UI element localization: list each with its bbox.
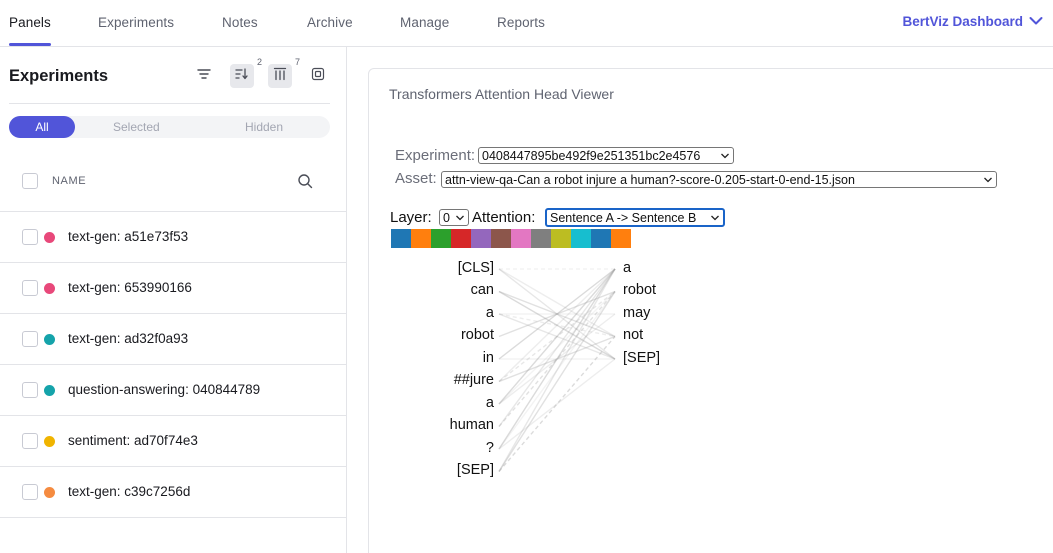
filter-icon: [197, 67, 211, 85]
source-token[interactable]: can: [414, 282, 494, 298]
experiment-name[interactable]: text-gen: 653990166: [68, 280, 192, 295]
dashboard-name: BertViz Dashboard: [902, 14, 1023, 29]
source-token[interactable]: a: [414, 395, 494, 411]
experiment-name[interactable]: text-gen: a51e73f53: [68, 229, 188, 244]
experiment-name[interactable]: question-answering: 040844789: [68, 382, 260, 397]
attention-line: [498, 268, 616, 427]
experiment-color-dot: [44, 232, 55, 243]
columns-count: 7: [294, 57, 300, 67]
source-token[interactable]: [CLS]: [414, 260, 494, 276]
source-token[interactable]: ##jure: [414, 372, 494, 388]
tab-panels[interactable]: Panels: [9, 15, 51, 30]
attention-line: [498, 268, 616, 472]
experiment-row[interactable]: text-gen: c39c7256d: [0, 467, 346, 518]
attention-line: [498, 268, 616, 383]
row-checkbox[interactable]: [22, 331, 38, 347]
attention-line: [498, 291, 616, 472]
select-mode-button[interactable]: [306, 64, 330, 88]
row-checkbox[interactable]: [22, 229, 38, 245]
row-checkbox[interactable]: [22, 484, 38, 500]
experiment-color-dot: [44, 436, 55, 447]
sort-button[interactable]: 2: [230, 57, 262, 88]
experiment-name[interactable]: text-gen: ad32f0a93: [68, 331, 188, 346]
select-all-checkbox[interactable]: [22, 173, 38, 189]
row-checkbox[interactable]: [22, 382, 38, 398]
source-token[interactable]: in: [414, 350, 494, 366]
attention-line: [498, 268, 616, 338]
experiment-color-dot: [44, 385, 55, 396]
tab-experiments[interactable]: Experiments: [98, 15, 174, 30]
tab-archive[interactable]: Archive: [307, 15, 353, 30]
target-token[interactable]: robot: [623, 282, 656, 298]
search-icon[interactable]: [297, 173, 313, 194]
tab-notes[interactable]: Notes: [222, 15, 258, 30]
target-token[interactable]: a: [623, 260, 631, 276]
target-token[interactable]: not: [623, 327, 643, 343]
row-checkbox[interactable]: [22, 280, 38, 296]
segment-hidden[interactable]: Hidden: [245, 120, 283, 134]
sidebar-title: Experiments: [9, 67, 109, 85]
source-token[interactable]: [SEP]: [414, 462, 494, 478]
experiment-row[interactable]: text-gen: 653990166: [0, 263, 346, 314]
experiment-row[interactable]: question-answering: 040844789: [0, 365, 346, 416]
attention-viewer-panel: Transformers Attention Head Viewer Exper…: [368, 68, 1053, 553]
top-navigation: Panels Experiments Notes Archive Manage …: [0, 0, 1053, 47]
columns-icon: [273, 67, 287, 86]
active-tab-indicator: [9, 43, 51, 46]
sidebar-divider: [9, 103, 330, 104]
experiment-name[interactable]: text-gen: c39c7256d: [68, 484, 190, 499]
experiment-color-dot: [44, 487, 55, 498]
columns-button[interactable]: 7: [268, 57, 300, 88]
source-token[interactable]: human: [414, 417, 494, 433]
tab-manage[interactable]: Manage: [400, 15, 449, 30]
segment-selected[interactable]: Selected: [113, 120, 160, 134]
experiment-color-dot: [44, 334, 55, 345]
sort-count: 2: [256, 57, 262, 67]
source-token[interactable]: robot: [414, 327, 494, 343]
segment-all[interactable]: All: [9, 116, 75, 138]
table-header: NAME: [0, 160, 346, 212]
experiment-color-dot: [44, 283, 55, 294]
source-token[interactable]: ?: [414, 440, 494, 456]
attention-line: [498, 268, 616, 405]
experiment-row[interactable]: text-gen: a51e73f53: [0, 212, 346, 263]
experiment-row[interactable]: sentiment: ad70f74e3: [0, 416, 346, 467]
visibility-segmented-control: All Selected Hidden: [9, 116, 330, 138]
tab-reports[interactable]: Reports: [497, 15, 545, 30]
target-token[interactable]: [SEP]: [623, 350, 660, 366]
target-token[interactable]: may: [623, 305, 650, 321]
source-token[interactable]: a: [414, 305, 494, 321]
experiments-sidebar: Experiments 2 7 All Selected Hidden NAME: [0, 47, 347, 553]
chevron-down-icon: [1029, 14, 1043, 29]
row-checkbox[interactable]: [22, 433, 38, 449]
experiment-row[interactable]: text-gen: ad32f0a93: [0, 314, 346, 365]
name-column-header[interactable]: NAME: [52, 175, 86, 187]
sort-icon: [235, 67, 249, 86]
dashboard-selector[interactable]: BertViz Dashboard: [902, 14, 1043, 29]
square-select-icon: [311, 67, 325, 86]
experiment-name[interactable]: sentiment: ad70f74e3: [68, 433, 198, 448]
filter-button[interactable]: [192, 64, 216, 88]
